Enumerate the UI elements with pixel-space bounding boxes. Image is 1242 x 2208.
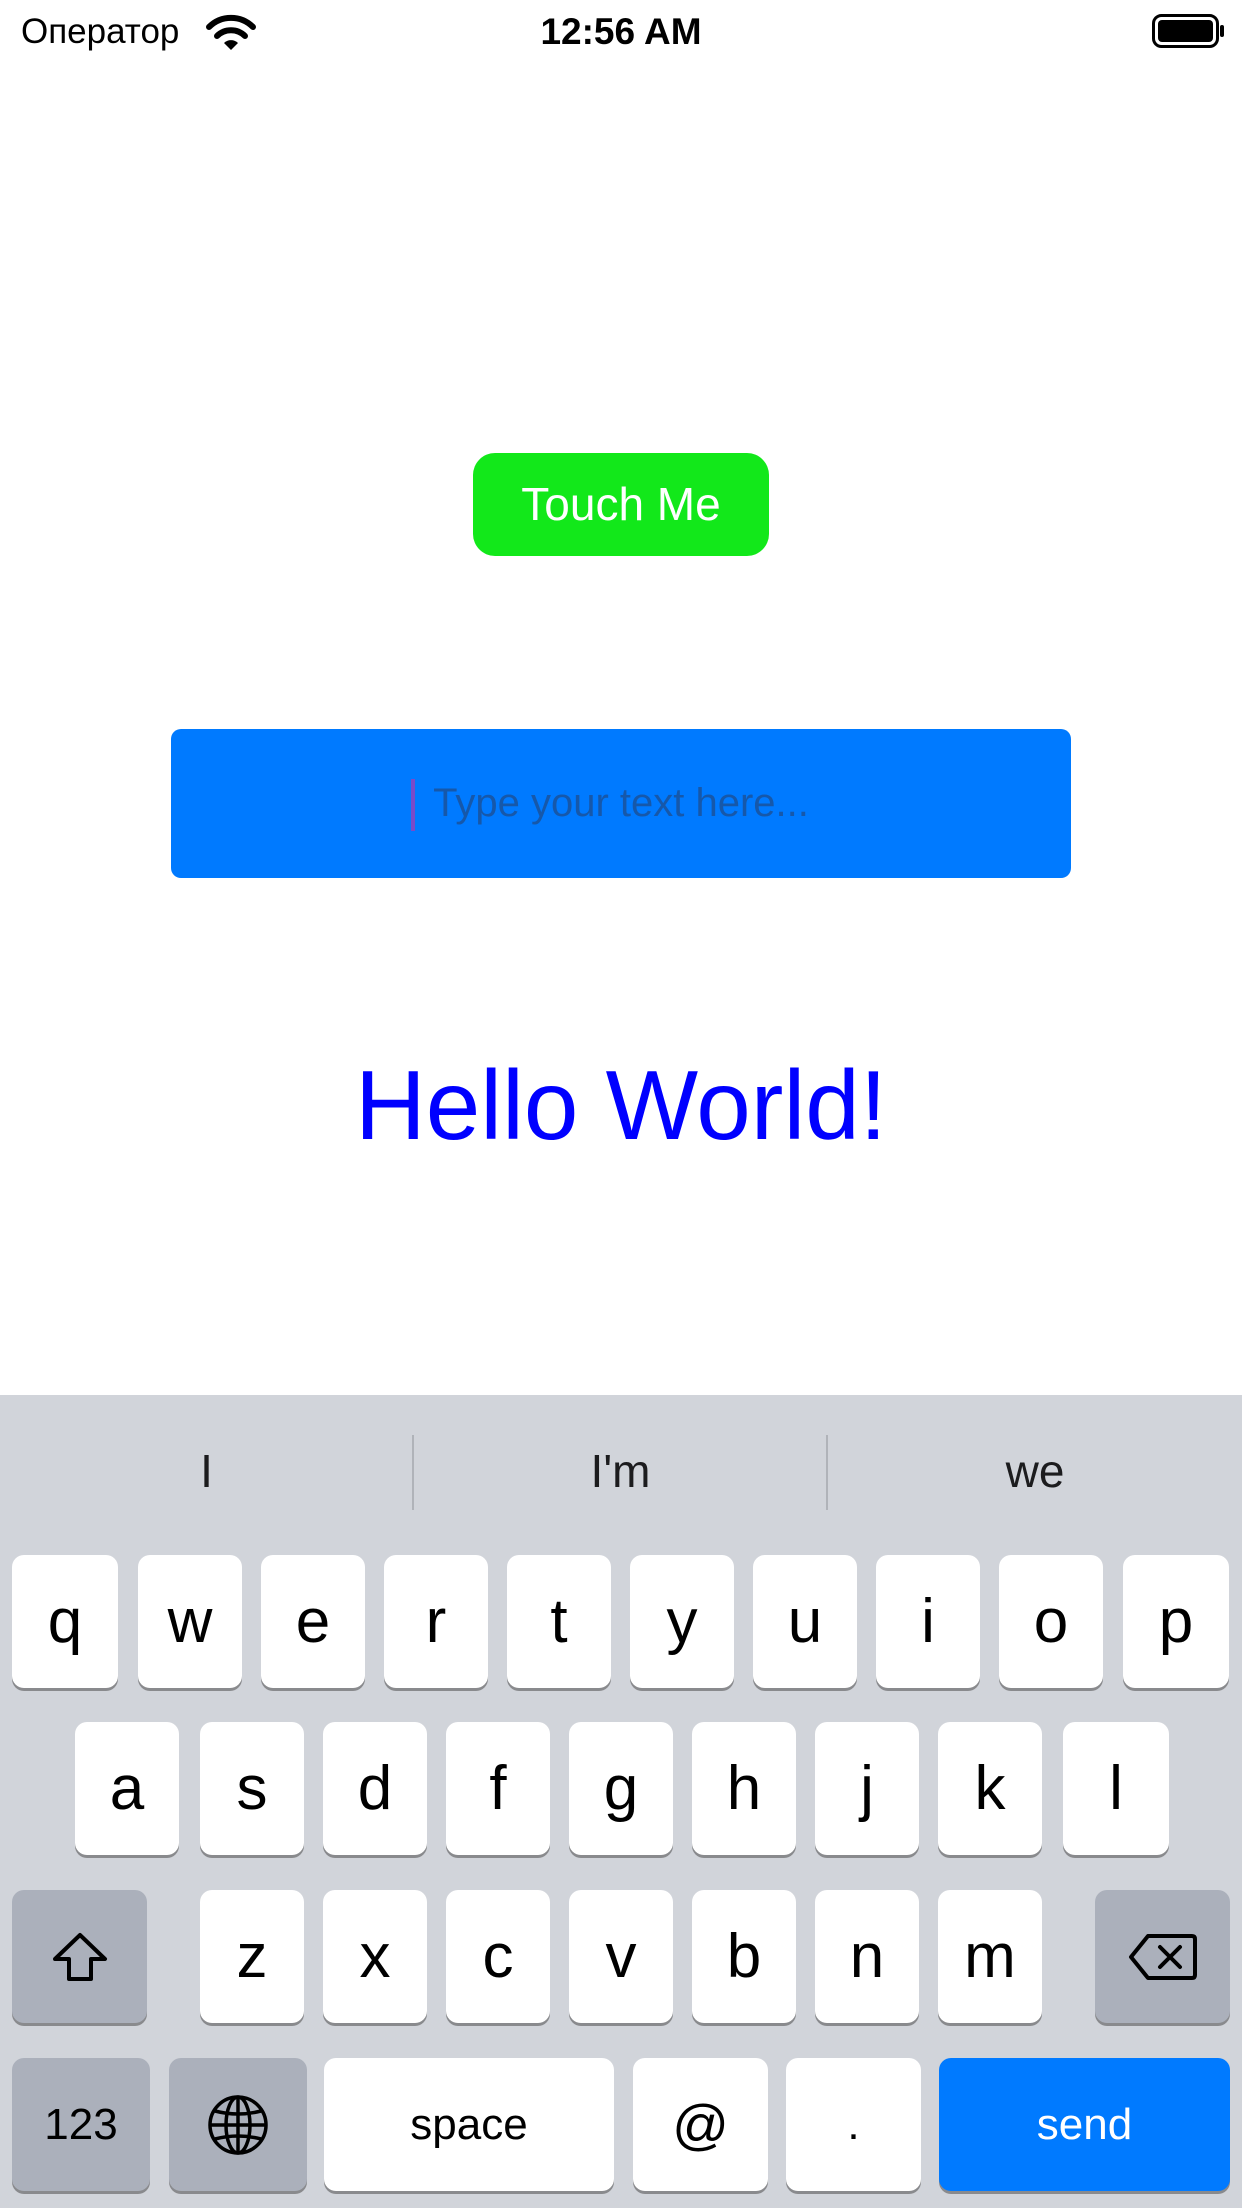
battery-icon <box>1152 14 1224 48</box>
key-g[interactable]: g <box>569 1722 673 1855</box>
key-j[interactable]: j <box>815 1722 919 1855</box>
shift-key[interactable] <box>12 1890 147 2023</box>
at-key[interactable]: @ <box>633 2058 768 2191</box>
key-k[interactable]: k <box>938 1722 1042 1855</box>
delete-key[interactable] <box>1095 1890 1230 2023</box>
period-key[interactable]: . <box>786 2058 921 2191</box>
touch-me-button[interactable]: Touch Me <box>473 453 769 556</box>
hello-label: Hello World! <box>355 1050 887 1160</box>
key-c[interactable]: c <box>446 1890 550 2023</box>
key-l[interactable]: l <box>1063 1722 1169 1855</box>
delete-icon <box>1128 1933 1197 1980</box>
suggestion-3[interactable]: we <box>828 1395 1242 1547</box>
send-key[interactable]: send <box>939 2058 1230 2191</box>
key-n[interactable]: n <box>815 1890 919 2023</box>
key-r[interactable]: r <box>384 1555 488 1688</box>
key-h[interactable]: h <box>692 1722 796 1855</box>
key-y[interactable]: y <box>630 1555 734 1688</box>
suggestion-2[interactable]: I'm <box>414 1395 827 1547</box>
key-e[interactable]: e <box>261 1555 365 1688</box>
key-f[interactable]: f <box>446 1722 550 1855</box>
space-key[interactable]: space <box>324 2058 614 2191</box>
text-input[interactable] <box>171 729 1071 878</box>
globe-key[interactable] <box>169 2058 307 2191</box>
key-x[interactable]: x <box>323 1890 427 2023</box>
key-u[interactable]: u <box>753 1555 857 1688</box>
key-b[interactable]: b <box>692 1890 796 2023</box>
key-q[interactable]: q <box>12 1555 118 1688</box>
key-s[interactable]: s <box>200 1722 304 1855</box>
key-v[interactable]: v <box>569 1890 673 2023</box>
key-t[interactable]: t <box>507 1555 611 1688</box>
suggestion-1[interactable]: I <box>0 1395 413 1547</box>
key-i[interactable]: i <box>876 1555 980 1688</box>
key-d[interactable]: d <box>323 1722 427 1855</box>
key-o[interactable]: o <box>999 1555 1103 1688</box>
key-m[interactable]: m <box>938 1890 1042 2023</box>
globe-icon <box>208 2094 268 2155</box>
key-a[interactable]: a <box>75 1722 179 1855</box>
keyboard: I I'm we q w e r t y u i o p a s d f g h… <box>0 1395 1242 2208</box>
shift-icon <box>52 1932 107 1981</box>
key-p[interactable]: p <box>1123 1555 1229 1688</box>
numbers-key[interactable]: 123 <box>12 2058 150 2191</box>
key-w[interactable]: w <box>138 1555 242 1688</box>
text-field[interactable] <box>171 729 1071 878</box>
text-cursor <box>411 779 415 831</box>
key-z[interactable]: z <box>200 1890 304 2023</box>
status-time: 12:56 AM <box>540 11 702 52</box>
